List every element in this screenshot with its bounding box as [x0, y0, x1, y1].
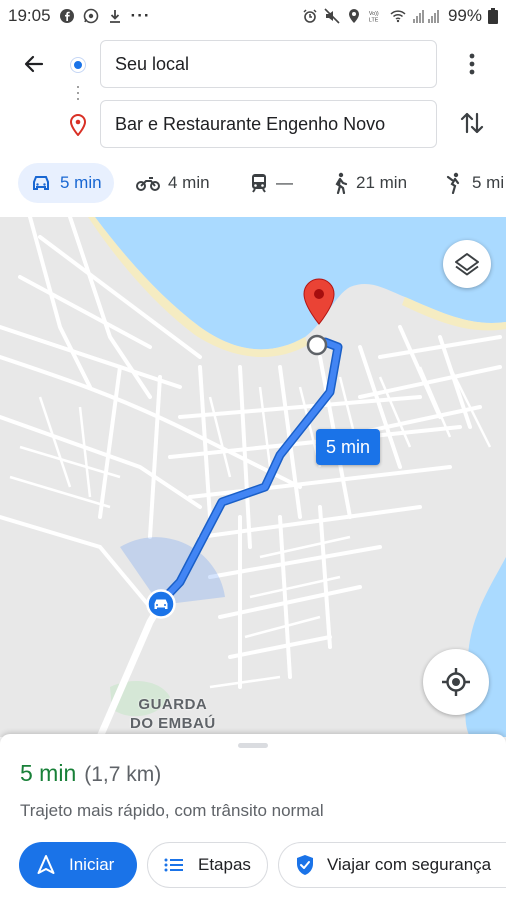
back-button[interactable] [18, 48, 50, 80]
eta-time: 5 min [20, 760, 77, 786]
current-location-car-icon [146, 589, 176, 619]
volte-icon: Vo))LTE [369, 11, 379, 23]
whatsapp-icon [83, 8, 98, 24]
svg-text:LTE: LTE [369, 17, 379, 23]
battery-icon [488, 8, 498, 24]
origin-dot-icon [71, 58, 85, 72]
mode-motorcycle-time: 4 min [168, 173, 210, 192]
sheet-drag-handle[interactable] [238, 743, 268, 748]
location-icon [348, 9, 359, 23]
walk-icon [335, 172, 348, 194]
destination-marker-icon[interactable] [302, 278, 336, 326]
arrow-back-icon [24, 55, 44, 73]
ride-icon [446, 172, 460, 194]
eta-distance: (1,7 km) [84, 763, 162, 786]
route-details-sheet[interactable]: 5 min (1,7 km) Trajeto mais rápido, com … [0, 734, 506, 900]
steps-button[interactable]: Etapas [147, 842, 268, 888]
map-canvas [0, 217, 506, 737]
mode-driving-time: 5 min [60, 173, 102, 192]
more-notifications-indicator: ··· [130, 6, 151, 25]
mode-ride-time: 5 mi [472, 173, 505, 192]
swap-vertical-icon [460, 112, 484, 134]
layers-icon [455, 253, 479, 276]
wifi-icon [390, 10, 406, 23]
layers-button[interactable] [443, 240, 491, 288]
mode-transit[interactable]: — [250, 163, 293, 203]
travel-safely-label: Viajar com segurança [327, 855, 492, 874]
route-connector-dots [77, 84, 79, 102]
mute-icon [324, 8, 340, 24]
start-navigation-button[interactable]: Iniciar [19, 842, 137, 888]
mode-transit-time: — [276, 173, 293, 192]
status-bar: 19:05 ··· Vo)) LTE 99% [0, 0, 506, 32]
my-location-icon [442, 668, 470, 696]
svg-text:Vo)): Vo)) [369, 11, 379, 17]
place-label-line1: GUARDA [138, 696, 208, 713]
facebook-icon [59, 9, 74, 23]
transit-icon [252, 174, 266, 193]
mode-walking[interactable]: 21 min [332, 163, 407, 203]
travel-mode-bar: 5 min 4 min — 21 min 5 mi [0, 160, 506, 206]
shield-check-icon [297, 855, 313, 875]
more-options-button[interactable] [456, 48, 488, 80]
signal-icon [412, 10, 439, 23]
start-label: Iniciar [69, 855, 115, 874]
swap-directions-button[interactable] [456, 107, 488, 139]
car-icon [33, 176, 49, 190]
origin-field[interactable]: Seu local [100, 40, 437, 88]
route-duration-label[interactable]: 5 min [316, 429, 381, 465]
more-vert-icon [469, 53, 475, 75]
place-label-guarda-do-embau: GUARDA DO EMBAÚ [130, 695, 216, 733]
map-view[interactable]: 5 min GUARDA DO EMBAÚ [0, 217, 506, 737]
list-icon [164, 858, 183, 872]
destination-pin-icon [69, 114, 87, 136]
eta-summary: 5 min (1,7 km) [20, 760, 161, 787]
battery-percent: 99% [447, 6, 482, 25]
steps-label: Etapas [198, 855, 251, 874]
travel-safely-button[interactable]: Viajar com segurança [278, 842, 506, 888]
route-description: Trajeto mais rápido, com trânsito normal [20, 801, 324, 820]
mode-motorcycle[interactable]: 4 min [136, 163, 210, 203]
status-time: 19:05 [8, 6, 51, 25]
place-label-line2: DO EMBAÚ [130, 715, 216, 732]
mode-driving[interactable]: 5 min [18, 163, 114, 203]
motorcycle-icon [136, 177, 160, 191]
navigation-arrow-icon [37, 855, 55, 874]
alarm-icon [303, 9, 317, 23]
mode-walking-time: 21 min [356, 173, 408, 192]
download-icon [109, 10, 120, 23]
destination-field[interactable]: Bar e Restaurante Engenho Novo [100, 100, 437, 148]
my-location-button[interactable] [423, 649, 489, 715]
mode-ride-hailing[interactable]: 5 mi [446, 163, 504, 203]
